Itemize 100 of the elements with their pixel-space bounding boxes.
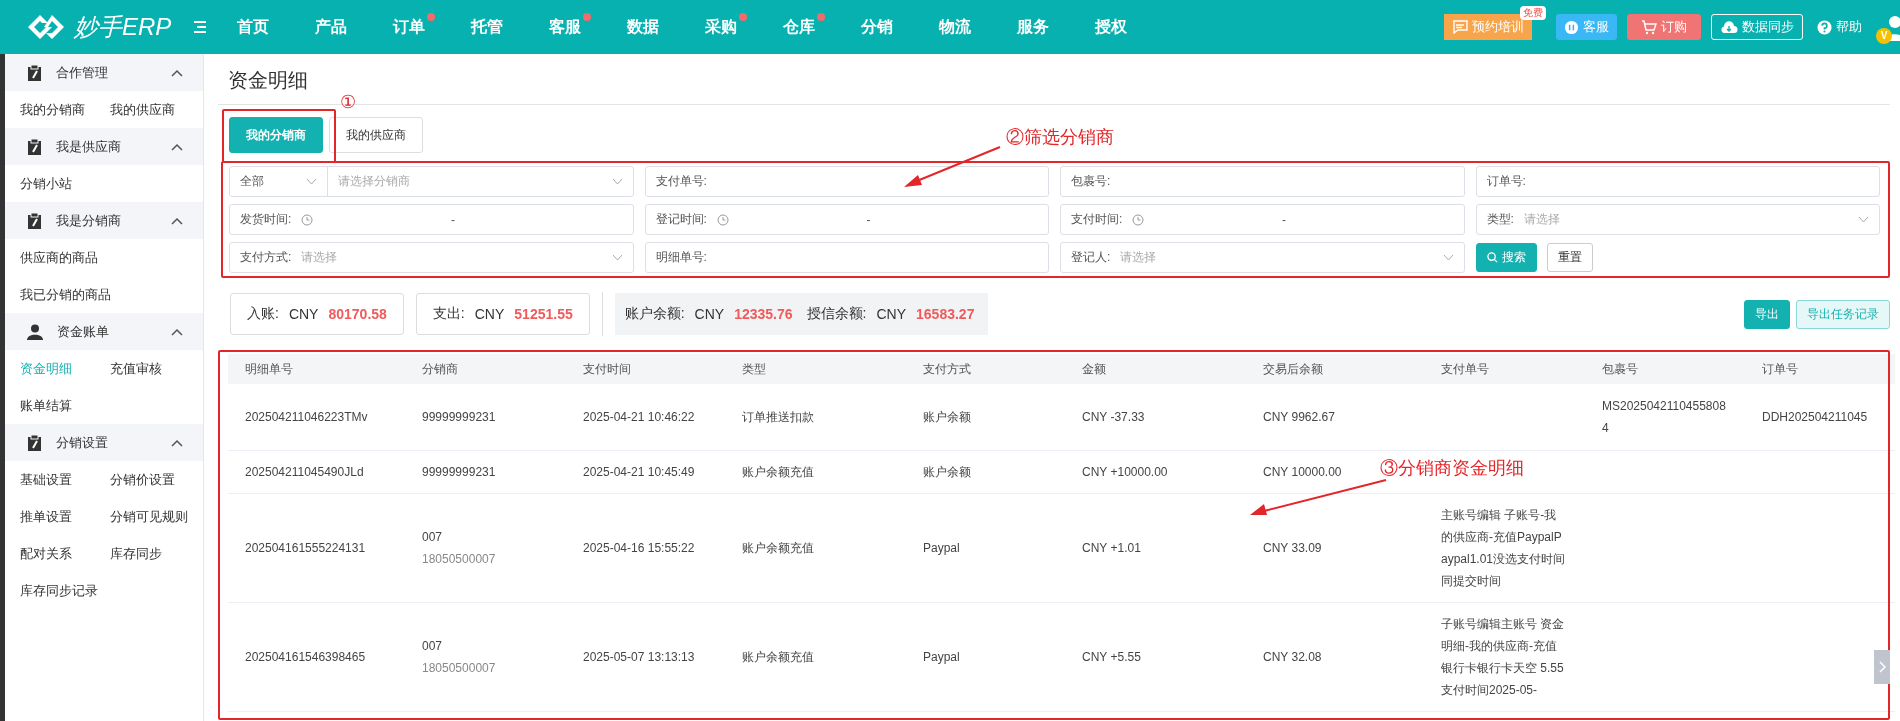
sidebar-item[interactable]: 基础设置 bbox=[20, 461, 110, 498]
table-cell-text: 账户余额充值 bbox=[742, 649, 814, 666]
select-field[interactable]: 类型: 请选择 bbox=[1475, 204, 1880, 235]
distributor-filter[interactable]: 全部 请选择分销商 bbox=[229, 166, 634, 197]
column-header: 类型 bbox=[742, 361, 766, 376]
chat-icon bbox=[1452, 20, 1468, 34]
table-cell-text: CNY 32.08 bbox=[1263, 649, 1322, 666]
dropdown-icon bbox=[1858, 216, 1869, 223]
free-badge: 免费 bbox=[1520, 6, 1546, 20]
table-cell-text: MS20250421104558084 bbox=[1602, 398, 1727, 437]
table-cell-text: 202504161555224131 bbox=[245, 540, 366, 557]
table-cell-text: CNY +5.55 bbox=[1082, 649, 1141, 666]
input-field[interactable]: 明细单号: bbox=[644, 242, 1049, 273]
table-cell-text: 账户余额充值 bbox=[742, 464, 814, 481]
table-cell-text: 2025-04-21 10:46:22 bbox=[583, 409, 695, 426]
annotation-label: ③分销商资金明细 bbox=[1380, 457, 1524, 480]
annotation-label: ②筛选分销商 bbox=[1006, 126, 1114, 149]
date-range-field[interactable]: 支付时间: - bbox=[1060, 204, 1465, 235]
table-cell-text: 18050500007 bbox=[422, 660, 497, 677]
cloud-download-icon bbox=[1720, 20, 1738, 34]
table-cell-text: CNY 10000.00 bbox=[1263, 464, 1342, 481]
summary-card: 支出: CNY 51251.55 bbox=[415, 293, 590, 335]
table-cell-text: Paypal bbox=[923, 540, 960, 557]
table-cell-text: 2025-04-16 15:55:22 bbox=[583, 540, 695, 557]
sidebar-item[interactable]: 分销价设置 bbox=[110, 461, 203, 498]
table-cell-text: Paypal bbox=[923, 649, 960, 666]
cart-icon bbox=[1641, 19, 1657, 35]
select-field[interactable]: 支付方式: 请选择 bbox=[229, 242, 634, 273]
clock-icon bbox=[301, 213, 314, 226]
column-header: 支付方式 bbox=[923, 361, 971, 376]
person-icon bbox=[27, 323, 43, 340]
table-cell-text: 18050500007 bbox=[422, 551, 497, 568]
date-range-field[interactable]: 登记时间: - bbox=[644, 204, 1049, 235]
input-field[interactable]: 包裹号: bbox=[1060, 166, 1465, 197]
column-header: 明细单号 bbox=[245, 361, 293, 376]
table-cell-text: 202504211046223TMv bbox=[245, 409, 368, 426]
table-cell-text: 99999999231 bbox=[422, 409, 497, 426]
column-header: 包裹号 bbox=[1602, 361, 1638, 376]
select-field[interactable]: 登记人: 请选择 bbox=[1060, 242, 1465, 273]
sidebar-item[interactable]: 充值审核 bbox=[110, 350, 203, 387]
clock-icon bbox=[1132, 213, 1145, 226]
tab[interactable]: 我的供应商 bbox=[329, 117, 423, 153]
sidebar-group-title: 分销设置 bbox=[56, 433, 109, 452]
table-cell-text: 2025-05-07 13:13:13 bbox=[583, 649, 695, 666]
column-header: 金额 bbox=[1082, 361, 1106, 376]
table-cell-text: CNY 9962.67 bbox=[1263, 409, 1335, 426]
table-cell-text: 007 bbox=[422, 638, 444, 655]
table-cell-text: 订单推送扣款 bbox=[742, 409, 814, 426]
input-field[interactable]: 订单号: bbox=[1475, 166, 1880, 197]
annotation-label: ① bbox=[340, 91, 356, 113]
dropdown-icon bbox=[1442, 254, 1454, 261]
column-header: 支付单号 bbox=[1441, 361, 1489, 376]
table-cell-text: 主账号编辑 子账号-我的供应商-充值PaypalPaypal1.01没选支付时间同提交时间 bbox=[1441, 507, 1567, 590]
menu-icon[interactable] bbox=[193, 21, 208, 33]
clipboard-icon bbox=[27, 138, 42, 155]
dropdown-icon bbox=[306, 178, 317, 185]
sidebar-group-title: 合作管理 bbox=[56, 63, 109, 82]
sidebar-item[interactable]: 配对关系 bbox=[20, 535, 110, 572]
sidebar-group-header[interactable]: 资金账单 bbox=[5, 313, 203, 350]
table-cell-text: 202504211045490JLd bbox=[245, 464, 364, 481]
date-range-field[interactable]: 发货时间: - bbox=[229, 204, 634, 235]
table-cell-text: 账户余额 bbox=[923, 409, 971, 426]
vip-badge: V bbox=[1876, 28, 1892, 44]
sidebar-group-header[interactable]: 分销设置 bbox=[5, 424, 203, 461]
clipboard-icon bbox=[27, 64, 42, 81]
dropdown-icon bbox=[611, 178, 623, 185]
table-cell-text: 子账号编辑主账号 资金明细-我的供应商-充值银行卡银行卡天空 5.55支付时间2025-05- bbox=[1441, 616, 1566, 699]
table-cell-text: 99999999231 bbox=[422, 464, 497, 481]
table-cell-text: DDH202504211045 bbox=[1762, 409, 1868, 426]
table-cell-text: 账户余额充值 bbox=[742, 540, 814, 557]
sidebar-item[interactable]: 推单设置 bbox=[20, 498, 110, 535]
clipboard-icon bbox=[27, 434, 42, 451]
sidebar-item[interactable]: 我的供应商 bbox=[110, 91, 203, 128]
sidebar-item[interactable]: 供应商的商品 bbox=[20, 239, 203, 276]
column-header: 订单号 bbox=[1762, 361, 1798, 376]
sidebar-group-header[interactable]: 我是分销商 bbox=[5, 202, 203, 239]
scroll-right-icon[interactable] bbox=[1874, 650, 1890, 684]
column-header: 交易后余额 bbox=[1263, 361, 1323, 376]
clipboard-icon bbox=[27, 212, 42, 229]
filter-button[interactable]: 重置 bbox=[1546, 243, 1593, 272]
sidebar-item[interactable]: 库存同步 bbox=[110, 535, 203, 572]
table-cell-text: CNY -37.33 bbox=[1082, 409, 1145, 426]
sidebar-group-header[interactable]: 我是供应商 bbox=[5, 128, 203, 165]
summary-card: 入账: CNY 80170.58 bbox=[230, 293, 404, 335]
sidebar-group-title: 我是供应商 bbox=[56, 137, 122, 156]
sidebar-item[interactable]: 账单结算 bbox=[20, 387, 110, 424]
table-cell-text: CNY 33.09 bbox=[1263, 540, 1322, 557]
sidebar-item[interactable]: 分销小站 bbox=[20, 165, 110, 202]
sidebar-group-header[interactable]: 合作管理 bbox=[5, 54, 203, 91]
sidebar-item[interactable]: 我已分销的商品 bbox=[20, 276, 203, 313]
sidebar-item[interactable]: 我的分销商 bbox=[20, 91, 110, 128]
sidebar-group-title: 资金账单 bbox=[57, 322, 110, 341]
dropdown-icon bbox=[611, 254, 623, 261]
table-cell-text: CNY +1.01 bbox=[1082, 540, 1141, 557]
sidebar-item[interactable]: 分销可见规则 bbox=[110, 498, 203, 535]
sidebar-item[interactable]: 库存同步记录 bbox=[20, 572, 110, 609]
table-cell-text: 2025-04-21 10:45:49 bbox=[583, 464, 695, 481]
input-field[interactable]: 支付单号: bbox=[644, 166, 1049, 197]
table-cell-text: 007 bbox=[422, 529, 444, 546]
balance-panel: 账户余额: CNY 12335.76 授信余额: CNY 16583.27 bbox=[614, 293, 989, 335]
